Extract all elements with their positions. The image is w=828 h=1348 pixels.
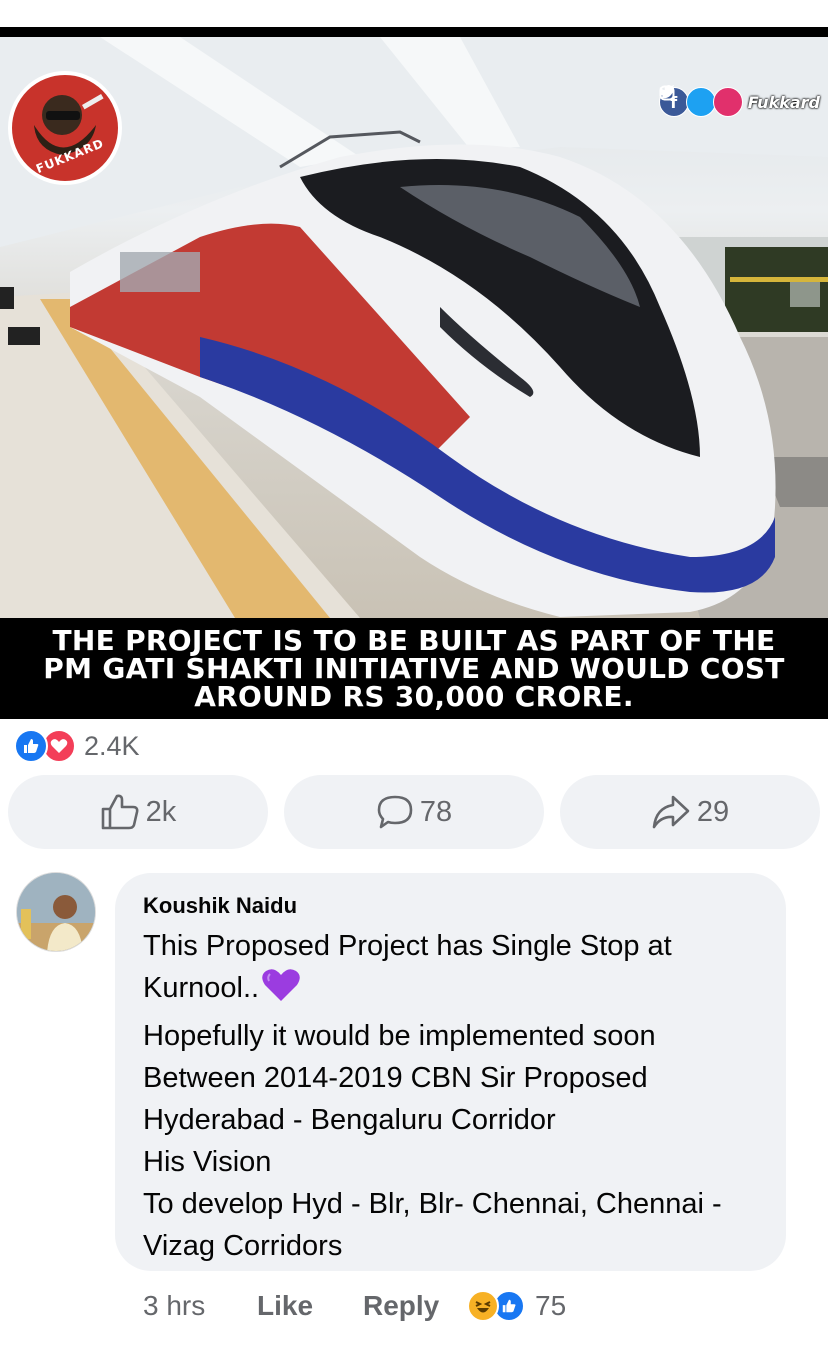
share-button[interactable]: 29 bbox=[560, 775, 820, 849]
comment-line: Kurnool.. bbox=[143, 972, 260, 1004]
fukkard-logo: FUKKARD bbox=[8, 71, 122, 185]
post-image[interactable]: FUKKARD f Fukkard THE PROJECT IS TO BE B… bbox=[0, 27, 828, 719]
comment-line: His Vision bbox=[143, 1146, 272, 1178]
comment-line: To develop Hyd - Blr, Blr- Chennai, Chen… bbox=[143, 1188, 722, 1220]
social-handle-text: Fukkard bbox=[747, 92, 820, 112]
reactions-summary[interactable]: 2.4K bbox=[14, 727, 140, 765]
comment-meta: 3 hrs Like Reply 75 bbox=[143, 1284, 566, 1328]
comment-line: Between 2014-2019 CBN Sir Proposed bbox=[143, 1062, 648, 1094]
reaction-count: 2.4K bbox=[84, 730, 140, 761]
comment-line: Vizag Corridors bbox=[143, 1230, 343, 1262]
comment-button[interactable]: 78 bbox=[284, 775, 544, 849]
comment-line-with-emoji: Kurnool.. bbox=[143, 967, 758, 1015]
like-reaction-icon bbox=[14, 729, 48, 763]
instagram-icon bbox=[659, 85, 743, 117]
comment-count: 78 bbox=[419, 795, 453, 828]
comment-line: Hopefully it would be implemented soon bbox=[143, 1020, 656, 1052]
comment-reactions[interactable] bbox=[467, 1290, 525, 1322]
twitter-icon bbox=[658, 85, 716, 117]
commenter-avatar[interactable] bbox=[16, 872, 96, 952]
comment-line: Hyderabad - Bengaluru Corridor bbox=[143, 1104, 556, 1136]
train-photo: FUKKARD f Fukkard bbox=[0, 37, 828, 618]
haha-reaction-icon bbox=[467, 1290, 499, 1322]
thumbs-up-icon bbox=[101, 794, 139, 830]
comment-reaction-count: 75 bbox=[535, 1290, 567, 1321]
comment-bubble: Koushik Naidu This Proposed Project has … bbox=[115, 873, 786, 1271]
comment-reply-link[interactable]: Reply bbox=[363, 1290, 467, 1322]
comment-time[interactable]: 3 hrs bbox=[143, 1290, 257, 1322]
like-button[interactable]: 2k bbox=[8, 775, 268, 849]
share-count: 29 bbox=[696, 795, 730, 828]
share-arrow-icon bbox=[652, 795, 690, 829]
comment-text: This Proposed Project has Single Stop at… bbox=[143, 925, 758, 1267]
comment-like-link[interactable]: Like bbox=[257, 1290, 363, 1322]
like-count: 2k bbox=[145, 795, 177, 828]
comment-author[interactable]: Koushik Naidu bbox=[143, 891, 758, 921]
post-action-bar: 2k 78 29 bbox=[8, 775, 820, 849]
comment-icon bbox=[377, 795, 413, 829]
purple-heart-emoji bbox=[261, 967, 301, 1015]
image-caption: THE PROJECT IS TO BE BUILT AS PART OF TH… bbox=[43, 624, 785, 713]
comment-line: This Proposed Project has Single Stop at bbox=[143, 930, 672, 962]
social-handles: f Fukkard bbox=[658, 85, 820, 119]
